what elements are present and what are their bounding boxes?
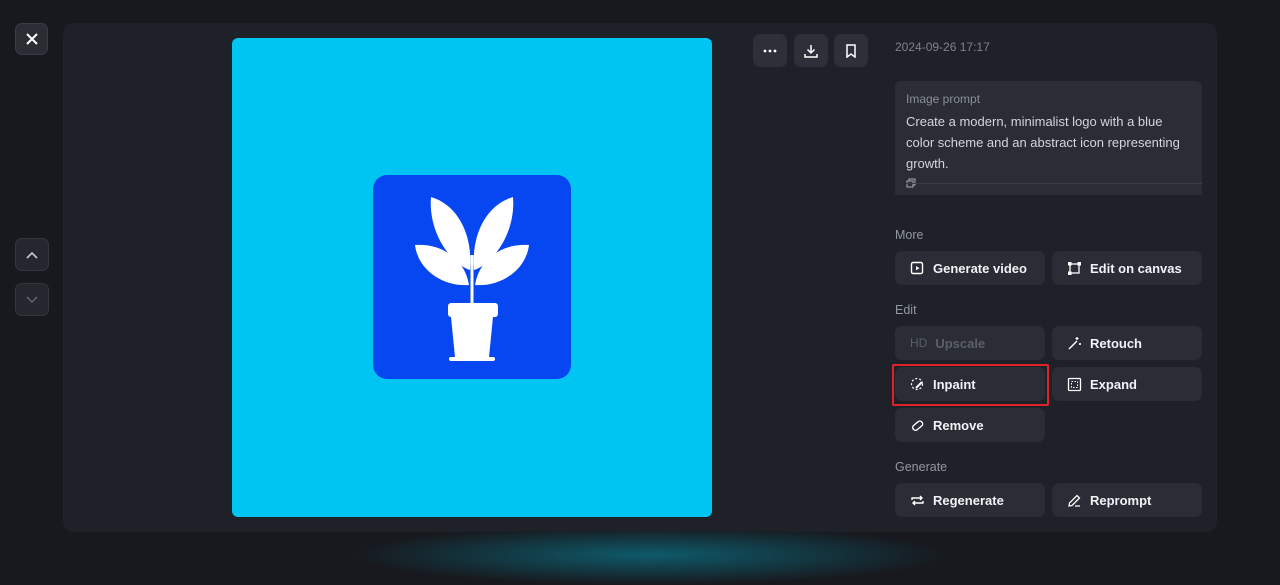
section-generate: Generate [895, 460, 948, 474]
generate-video-button[interactable]: Generate video [895, 251, 1045, 285]
generated-image[interactable] [232, 38, 712, 517]
remove-button[interactable]: Remove [895, 408, 1045, 442]
pencil-icon [1068, 494, 1081, 507]
prompt-label: Image prompt [906, 92, 981, 106]
bookmark-button[interactable] [834, 34, 868, 67]
expand-icon [1067, 377, 1082, 391]
generate-video-label: Generate video [933, 260, 1027, 276]
timestamp: 2024-09-26 17:17 [895, 40, 990, 54]
highlight-box [892, 364, 1049, 406]
canvas-icon [1068, 261, 1081, 275]
expand-label: Expand [1090, 376, 1137, 392]
eraser-icon [912, 419, 924, 431]
image-prompt-panel: Image prompt Create a modern, minimalist… [895, 81, 1202, 195]
remove-label: Remove [933, 417, 984, 433]
retouch-button[interactable]: Retouch [1052, 326, 1202, 360]
divider [906, 183, 1202, 184]
close-icon [25, 33, 38, 45]
more-options-button[interactable] [753, 34, 787, 67]
retouch-label: Retouch [1090, 335, 1142, 351]
reprompt-button[interactable]: Reprompt [1052, 483, 1202, 517]
upscale-label: Upscale [935, 335, 986, 351]
next-button[interactable] [15, 283, 49, 316]
download-button[interactable] [794, 34, 828, 67]
section-edit: Edit [895, 303, 917, 317]
edit-on-canvas-button[interactable]: Edit on canvas [1052, 251, 1202, 285]
bookmark-icon [846, 43, 856, 58]
more-icon [763, 49, 777, 52]
upscale-button[interactable]: HD Upscale [895, 326, 1045, 360]
reprompt-label: Reprompt [1090, 492, 1152, 508]
close-button[interactable] [15, 23, 48, 55]
magic-wand-icon [1068, 336, 1081, 350]
section-more: More [895, 228, 924, 242]
expand-button[interactable]: Expand [1052, 367, 1202, 401]
previous-button[interactable] [15, 238, 49, 271]
plant-logo [373, 175, 571, 379]
background-glow [350, 525, 950, 585]
repeat-icon [911, 495, 924, 505]
edit-on-canvas-label: Edit on canvas [1090, 260, 1182, 276]
hd-icon: HD [910, 336, 928, 350]
video-icon [910, 261, 924, 274]
prompt-text: Create a modern, minimalist logo with a … [906, 114, 1180, 171]
chevron-down-icon [26, 295, 38, 303]
regenerate-label: Regenerate [933, 492, 1004, 508]
chevron-up-icon [26, 251, 38, 259]
regenerate-button[interactable]: Regenerate [895, 483, 1045, 517]
download-icon [804, 44, 818, 58]
